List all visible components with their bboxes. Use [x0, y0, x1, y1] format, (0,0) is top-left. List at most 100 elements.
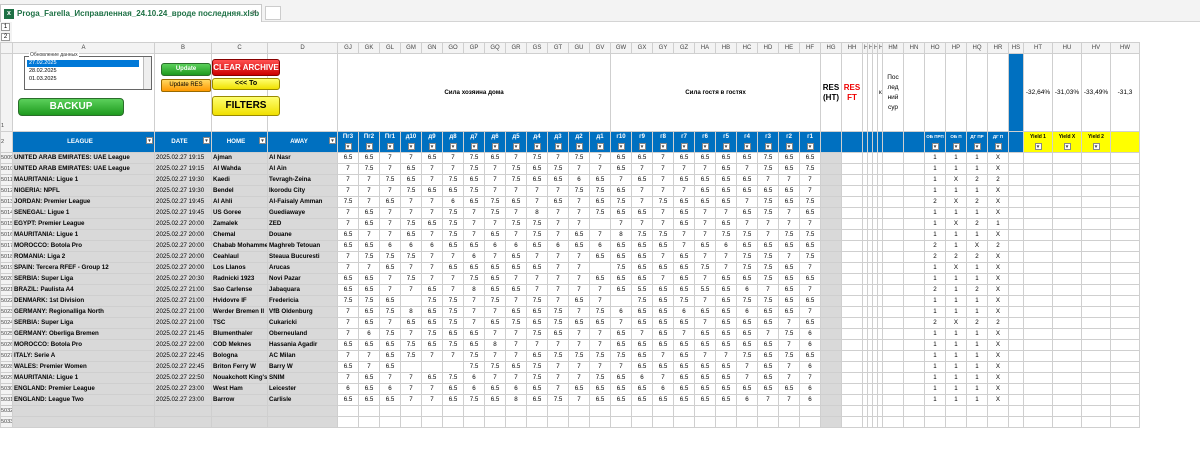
home-form-cell[interactable]: 7 — [505, 229, 527, 241]
home-form-cell[interactable]: 7 — [505, 372, 527, 384]
stats-cell[interactable]: X — [987, 196, 1009, 208]
res-ft-cell[interactable] — [841, 350, 863, 362]
home-form-cell[interactable]: 7 — [421, 207, 443, 219]
league-cell[interactable]: SPAIN: Tercera RFEF - Group 12 — [12, 262, 155, 274]
home-form-cell[interactable]: 7 — [358, 185, 380, 197]
archive-to-button[interactable]: <<< To — [212, 78, 280, 90]
away-form-cell[interactable]: 7 — [652, 185, 674, 197]
away-form-cell[interactable] — [799, 416, 821, 428]
date-cell[interactable]: 2025.02.27 20:00 — [154, 251, 212, 263]
home-form-cell[interactable]: 7 — [589, 163, 611, 175]
away-form-cell[interactable]: 7 — [694, 295, 716, 307]
home-form-cell[interactable]: 7.5 — [484, 207, 506, 219]
away-form-cell[interactable]: 7 — [610, 218, 632, 230]
stats-cell[interactable]: 1 — [966, 394, 988, 406]
away-form-cell[interactable]: 6.5 — [610, 273, 632, 285]
yield-cell[interactable] — [1023, 317, 1053, 329]
stats-cell[interactable]: 1 — [945, 152, 967, 164]
column-header[interactable]: GZ — [673, 42, 695, 54]
away-form-cell[interactable]: 6.5 — [736, 152, 758, 164]
date-cell[interactable]: 2025.02.27 22:45 — [154, 361, 212, 373]
stats-cell[interactable] — [903, 295, 925, 307]
league-cell[interactable]: MOROCCO: Botola Pro — [12, 339, 155, 351]
stats-cell[interactable]: 2 — [924, 251, 946, 263]
stats-cell[interactable] — [987, 405, 1009, 417]
home-form-cell[interactable]: 7.5 — [505, 174, 527, 186]
home-form-cell[interactable]: 6.5 — [589, 174, 611, 186]
away-form-cell[interactable]: 7 — [778, 394, 800, 406]
res-ht-cell[interactable] — [820, 394, 842, 406]
table-row[interactable]: 5013 JORDAN: Premier League 2025.02.27 19:… — [0, 196, 1140, 208]
home-form-cell[interactable]: 6.5 — [358, 339, 380, 351]
home-form-cell[interactable]: 6.5 — [505, 284, 527, 296]
home-form-cell[interactable]: 7 — [484, 218, 506, 230]
stats-cell[interactable]: X — [987, 284, 1009, 296]
table-row[interactable]: 5019 SPAIN: Tercera RFEF - Group 12 2025.0… — [0, 262, 1140, 274]
away-team-cell[interactable]: Al-Faisaly Amman — [267, 196, 338, 208]
home-form-cell[interactable]: 6.5 — [463, 174, 485, 186]
yield-cell[interactable] — [1081, 185, 1111, 197]
away-form-cell[interactable] — [694, 405, 716, 417]
column-header[interactable]: HQ — [966, 42, 988, 54]
yield-cell[interactable] — [1023, 284, 1053, 296]
yield-cell[interactable] — [1110, 273, 1140, 285]
stats-cell[interactable]: X — [987, 372, 1009, 384]
column-header[interactable]: HH — [841, 42, 863, 54]
stats-cell[interactable]: 1 — [924, 328, 946, 340]
date-cell[interactable]: 2025.02.27 21:00 — [154, 295, 212, 307]
yield-cell[interactable] — [1081, 350, 1111, 362]
stats-cell[interactable]: 1 — [966, 207, 988, 219]
stats-cell[interactable] — [882, 416, 904, 428]
away-form-cell[interactable] — [652, 416, 674, 428]
yield-cell[interactable] — [1110, 361, 1140, 373]
away-form-cell[interactable]: 7 — [736, 361, 758, 373]
home-form-cell[interactable]: 6.5 — [568, 317, 590, 329]
away-form-cell[interactable]: 7.5 — [736, 295, 758, 307]
res-ht-cell[interactable] — [820, 383, 842, 395]
hs-cell[interactable] — [1008, 152, 1024, 164]
stats-cell[interactable] — [882, 174, 904, 186]
home-form-cell[interactable]: 7.5 — [589, 372, 611, 384]
away-form-cell[interactable]: 7 — [757, 284, 779, 296]
home-team-cell[interactable]: Chemal — [211, 229, 268, 241]
home-form-cell[interactable]: 6.5 — [421, 152, 443, 164]
stats-cell[interactable]: X — [987, 273, 1009, 285]
home-form-cell[interactable]: 7 — [442, 251, 464, 263]
home-form-cell[interactable] — [484, 416, 506, 428]
stats-cell[interactable] — [903, 416, 925, 428]
away-form-cell[interactable]: 6.5 — [673, 284, 695, 296]
away-form-cell[interactable]: 7 — [631, 196, 653, 208]
home-team-cell[interactable]: Los Llanos — [211, 262, 268, 274]
away-form-cell[interactable]: 6.5 — [673, 383, 695, 395]
home-form-cell[interactable]: 7 — [337, 185, 359, 197]
home-form-cell[interactable]: 7 — [421, 163, 443, 175]
away-form-cell[interactable]: 8 — [610, 229, 632, 241]
home-form-cell[interactable]: 7 — [526, 284, 548, 296]
yield-cell[interactable] — [1023, 273, 1053, 285]
home-form-cell[interactable]: 6.5 — [484, 317, 506, 329]
away-form-cell[interactable]: 6.5 — [778, 383, 800, 395]
away-form-cell[interactable]: 6.5 — [736, 185, 758, 197]
home-form-cell[interactable]: 7 — [568, 251, 590, 263]
home-form-cell[interactable] — [589, 416, 611, 428]
away-form-cell[interactable] — [715, 405, 737, 417]
stats-cell[interactable]: 1 — [924, 306, 946, 318]
home-form-cell[interactable] — [400, 405, 422, 417]
home-form-cell[interactable]: 7 — [568, 361, 590, 373]
stats-cell[interactable] — [903, 152, 925, 164]
away-form-cell[interactable] — [631, 405, 653, 417]
yield-cell[interactable] — [1023, 152, 1053, 164]
away-form-cell[interactable]: 6.5 — [631, 383, 653, 395]
column-header[interactable]: HD — [757, 42, 779, 54]
stats-cell[interactable]: 1 — [924, 262, 946, 274]
away-form-cell[interactable]: 6 — [799, 328, 821, 340]
home-form-cell[interactable]: 6.5 — [568, 229, 590, 241]
home-form-cell[interactable] — [463, 405, 485, 417]
home-team-cell[interactable]: Hvidovre IF — [211, 295, 268, 307]
res-ht-cell[interactable] — [820, 163, 842, 175]
stats-cell[interactable]: 1 — [966, 361, 988, 373]
home-form-cell[interactable]: 7.5 — [421, 295, 443, 307]
stats-cell[interactable]: X — [987, 185, 1009, 197]
league-cell[interactable]: SERBIA: Super Liga — [12, 317, 155, 329]
column-header[interactable]: HK — [872, 42, 878, 54]
